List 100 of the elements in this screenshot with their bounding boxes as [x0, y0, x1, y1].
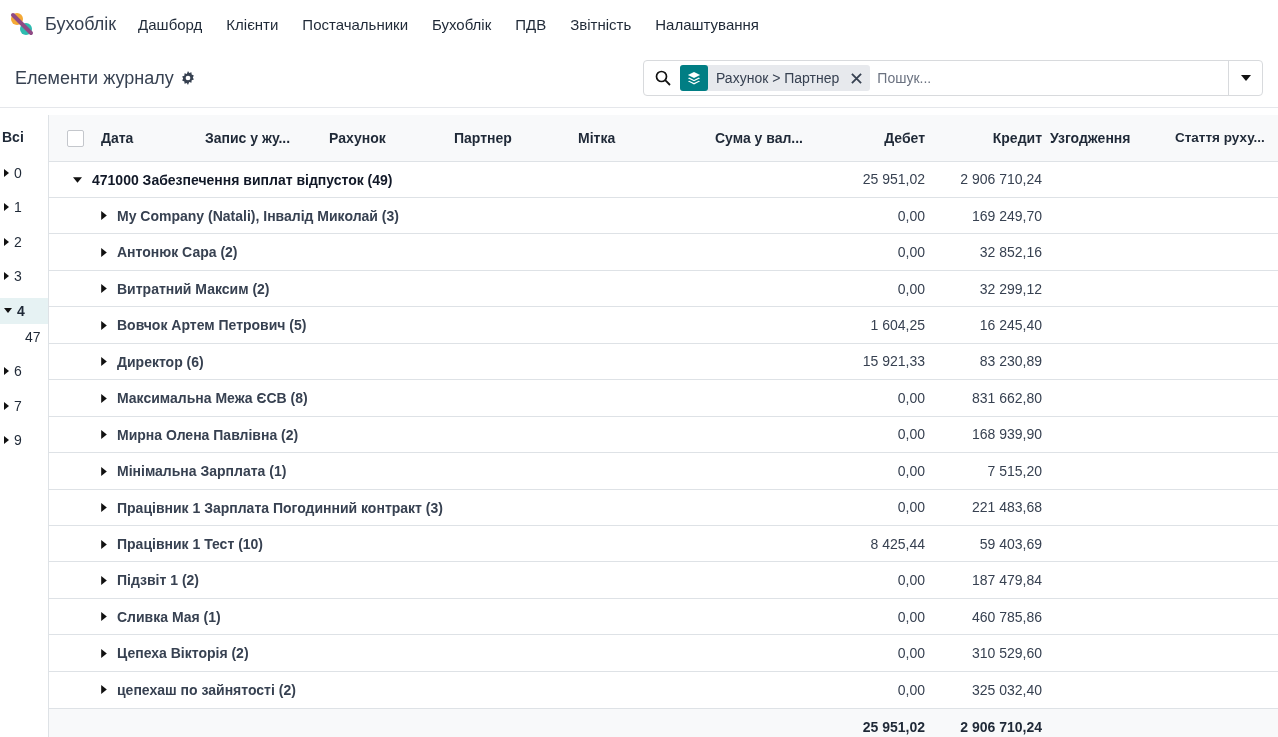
- credit-cell: 221 483,68: [971, 499, 1042, 516]
- caret-right-icon[interactable]: [101, 466, 107, 476]
- debit-cell: 0,00: [897, 207, 925, 224]
- caret-right-icon[interactable]: [101, 211, 107, 221]
- column-header[interactable]: Мітка: [574, 115, 711, 161]
- debit-cell: 1 604,25: [870, 317, 925, 334]
- credit-cell: 168 939,90: [971, 426, 1042, 443]
- column-header[interactable]: Партнер: [450, 115, 574, 161]
- menu-item[interactable]: Постачальники: [302, 15, 408, 33]
- menu-item[interactable]: Налаштування: [655, 15, 759, 33]
- layers-icon: [687, 71, 701, 85]
- column-header[interactable]: Дата: [97, 115, 201, 161]
- page-title: Елементи журналу: [15, 67, 174, 89]
- group-label[interactable]: цепехаш по зайнятості (2): [117, 681, 296, 698]
- caret-right-icon: [4, 203, 9, 211]
- sidebar-item[interactable]: 7: [0, 392, 48, 419]
- group-label[interactable]: Цепеха Вікторія (2): [117, 645, 249, 662]
- column-header[interactable]: Рахунок: [325, 115, 450, 161]
- credit-cell: 310 529,60: [971, 645, 1042, 662]
- group-label[interactable]: Мирна Олена Павлівна (2): [117, 426, 299, 443]
- caret-right-icon[interactable]: [101, 539, 107, 549]
- column-header[interactable]: Запис у жу...: [201, 115, 325, 161]
- app-logo-icon[interactable]: [10, 12, 34, 36]
- debit-cell: 0,00: [897, 389, 925, 406]
- caret-right-icon[interactable]: [101, 320, 107, 330]
- debit-cell: 0,00: [897, 462, 925, 479]
- credit-cell: 187 479,84: [971, 572, 1042, 589]
- debit-cell: 25 951,02: [862, 171, 925, 188]
- caret-right-icon[interactable]: [101, 612, 107, 622]
- debit-cell: 0,00: [897, 572, 925, 589]
- sidebar-item[interactable]: Всі: [0, 115, 48, 151]
- sidebar-item[interactable]: 3: [0, 263, 48, 289]
- caret-right-icon[interactable]: [101, 575, 107, 585]
- column-header[interactable]: Дебет: [819, 115, 929, 161]
- caret-right-icon[interactable]: [101, 393, 107, 403]
- sidebar-item[interactable]: 0: [0, 159, 48, 186]
- caret-down-icon: [4, 308, 12, 313]
- group-label[interactable]: Антонюк Сара (2): [117, 244, 238, 261]
- group-label[interactable]: My Company (Natali), Інвалід Миколай (3): [117, 207, 399, 224]
- facet-label: Рахунок > Партнер: [716, 70, 840, 86]
- caret-right-icon[interactable]: [101, 685, 107, 695]
- debit-cell: 0,00: [897, 499, 925, 516]
- column-header[interactable]: Сума у вал...: [711, 115, 819, 161]
- menu-item[interactable]: Клієнти: [226, 15, 279, 33]
- search-icon[interactable]: [655, 70, 671, 86]
- group-label[interactable]: 471000 Забезпечення виплат відпусток (49): [92, 172, 393, 189]
- caret-right-icon: [4, 272, 9, 280]
- close-icon[interactable]: [851, 72, 863, 84]
- group-label[interactable]: Працівник 1 Тест (10): [117, 536, 264, 552]
- caret-right-icon[interactable]: [101, 430, 107, 440]
- menu-item[interactable]: Дашборд: [138, 15, 203, 33]
- app-name[interactable]: Бухоблік: [45, 13, 117, 35]
- debit-cell: 0,00: [897, 681, 925, 698]
- debit-cell: 0,00: [897, 608, 925, 625]
- group-label[interactable]: Вовчок Артем Петрович (5): [117, 317, 307, 334]
- caret-down-icon: [1240, 75, 1251, 81]
- menu-item[interactable]: Звітність: [570, 15, 632, 33]
- group-label[interactable]: Мінімальна Зарплата (1): [117, 463, 287, 480]
- group-label[interactable]: Витратний Максим (2): [117, 280, 270, 297]
- select-all-checkbox[interactable]: [67, 129, 84, 147]
- menu-item[interactable]: Бухоблік: [432, 15, 492, 33]
- group-label[interactable]: Максимальна Межа ЄСВ (8): [117, 390, 308, 407]
- settings-icon[interactable]: [180, 71, 195, 85]
- caret-right-icon: [4, 401, 9, 410]
- sidebar-subitem[interactable]: 47: [10, 323, 48, 350]
- debit-cell: 8 425,44: [870, 535, 925, 552]
- debit-total: 25 951,02: [862, 718, 925, 735]
- caret-down-icon[interactable]: [73, 177, 82, 184]
- sidebar-item[interactable]: 2: [0, 228, 48, 255]
- column-header[interactable]: Кредит: [929, 115, 1046, 161]
- caret-right-icon[interactable]: [101, 648, 107, 658]
- caret-right-icon[interactable]: [101, 284, 107, 294]
- group-label[interactable]: Підзвіт 1 (2): [117, 572, 199, 589]
- menu-item[interactable]: ПДВ: [515, 15, 547, 33]
- caret-right-icon[interactable]: [101, 357, 107, 367]
- group-label[interactable]: Працівник 1 Зарплата Погодинний контракт (3): [117, 499, 443, 516]
- credit-cell: 7 515,20: [987, 462, 1042, 479]
- caret-right-icon[interactable]: [101, 503, 107, 513]
- credit-cell: 32 299,12: [979, 280, 1042, 297]
- sidebar-item[interactable]: 9: [0, 427, 48, 453]
- debit-cell: 0,00: [897, 645, 925, 662]
- group-label[interactable]: Сливка Мая (1): [117, 608, 221, 625]
- caret-right-icon: [4, 168, 9, 177]
- caret-right-icon[interactable]: [101, 247, 107, 257]
- column-header[interactable]: Стаття руху...: [1171, 115, 1278, 161]
- credit-cell: 59 403,69: [979, 535, 1042, 552]
- filter-facet[interactable]: Рахунок > Партнер: [680, 65, 871, 91]
- sidebar-item[interactable]: 1: [0, 194, 48, 220]
- sidebar-item[interactable]: 4: [0, 297, 48, 324]
- sidebar-item[interactable]: 6: [0, 358, 48, 384]
- credit-cell: 32 852,16: [979, 244, 1042, 261]
- credit-cell: 169 249,70: [971, 207, 1042, 224]
- credit-cell: 831 662,80: [971, 389, 1042, 406]
- credit-cell: 460 785,86: [971, 608, 1042, 625]
- debit-cell: 15 921,33: [862, 353, 925, 370]
- credit-cell: 16 245,40: [979, 317, 1042, 334]
- search-field[interactable]: Рахунок > Партнер Пошук...: [643, 60, 1263, 96]
- column-header[interactable]: Узгодження: [1046, 115, 1171, 161]
- debit-cell: 0,00: [897, 244, 925, 261]
- group-label[interactable]: Директор (6): [117, 353, 204, 370]
